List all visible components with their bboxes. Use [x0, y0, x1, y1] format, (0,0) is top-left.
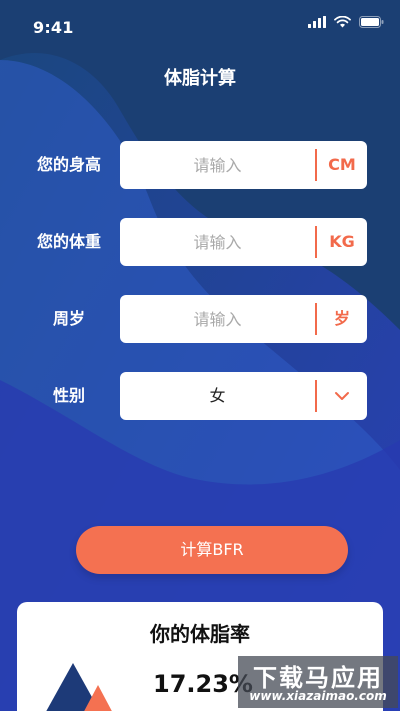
gender-select[interactable]: 女 — [120, 372, 367, 420]
weight-label: 您的体重 — [36, 232, 101, 251]
age-field: 岁 — [120, 295, 367, 343]
cellular-signal-icon — [308, 16, 326, 28]
app-screen: 9:41 体脂计算 您的身高 CM — [0, 0, 400, 711]
page-title: 体脂计算 — [164, 68, 236, 89]
height-label: 您的身高 — [36, 155, 101, 174]
status-bar: 9:41 — [0, 0, 400, 50]
gender-label: 性别 — [52, 386, 85, 405]
wifi-icon — [334, 16, 351, 28]
watermark-brand: 下载马应用 — [253, 664, 383, 692]
status-icons — [308, 16, 384, 28]
age-label: 周岁 — [52, 309, 85, 328]
height-unit: CM — [328, 155, 356, 174]
watermark: 下载马应用 www.xiazaimao.com — [238, 656, 398, 708]
age-unit: 岁 — [333, 309, 350, 328]
weight-field: KG — [120, 218, 367, 266]
height-input[interactable] — [120, 141, 315, 189]
gender-row: 性别 女 — [0, 372, 400, 420]
chevron-down-icon — [335, 392, 349, 400]
gender-dropdown-toggle[interactable] — [317, 372, 367, 420]
height-field: CM — [120, 141, 367, 189]
weight-unit: KG — [329, 232, 355, 251]
gender-value: 女 — [209, 386, 226, 405]
result-title: 你的体脂率 — [150, 622, 250, 646]
age-input[interactable] — [120, 295, 315, 343]
watermark-site: www.xiazaimao.com — [249, 689, 387, 703]
calculate-bfr-button[interactable]: 计算BFR — [76, 526, 348, 574]
weight-row: 您的体重 KG — [0, 218, 400, 266]
height-row: 您的身高 CM — [0, 141, 400, 189]
weight-input[interactable] — [120, 218, 315, 266]
age-row: 周岁 岁 — [0, 295, 400, 343]
mountain-illustration-icon — [46, 663, 112, 711]
status-time: 9:41 — [33, 18, 74, 37]
battery-icon — [359, 16, 384, 28]
